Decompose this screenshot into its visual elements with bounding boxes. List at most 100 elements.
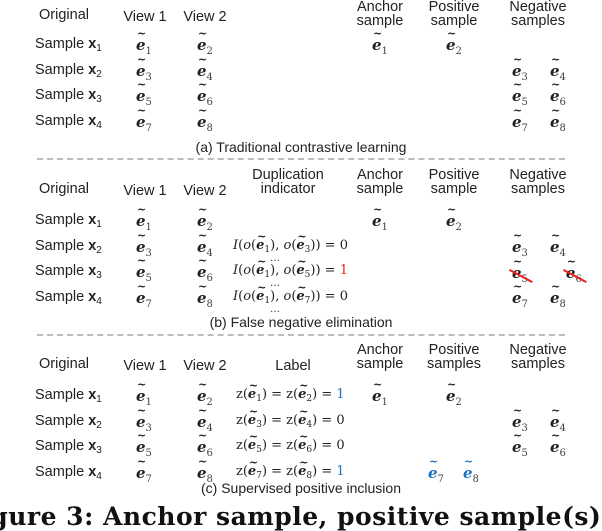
tilde-accent: ~	[137, 403, 147, 417]
ellipsis: …	[270, 303, 280, 315]
subscript: 5	[145, 273, 152, 284]
tilde-accent: ~	[137, 454, 147, 468]
tilde-accent: ~	[137, 429, 147, 442]
subscript: 6	[206, 273, 213, 284]
subscript: 4	[206, 71, 213, 83]
tilde-accent: ~	[447, 27, 457, 40]
subscript: 8	[206, 298, 213, 310]
e-symbol: e ~	[136, 203, 147, 230]
e-symbol: e ~	[550, 403, 561, 431]
anchor-embedding: e ~1	[372, 27, 388, 57]
tilde-accent: ~	[513, 228, 523, 242]
subscript: 1	[145, 46, 152, 57]
subscript: 1	[381, 397, 388, 408]
subscript: 3	[145, 71, 152, 83]
tilde-accent: ~	[429, 454, 439, 468]
subscript: 5	[521, 97, 528, 108]
tilde-accent: ~	[513, 78, 523, 91]
view2-embedding: e ~8	[197, 279, 213, 310]
e-symbol: e ~	[550, 52, 561, 80]
e-symbol: e ~	[197, 254, 208, 281]
label-formula: z(e ~5) = z(e ~6) = 0	[236, 430, 345, 455]
e-symbol: e ~	[256, 229, 267, 253]
negative-embedding: e ~6	[550, 429, 566, 459]
e-symbol: e ~	[197, 203, 208, 230]
subscript: 1	[145, 397, 152, 408]
tilde-accent: ~	[198, 403, 208, 417]
header-view2: View 2	[183, 9, 227, 25]
e-symbol: e ~	[136, 454, 147, 482]
tilde-accent: ~	[373, 203, 383, 216]
subscript: 3	[145, 247, 152, 259]
subscript: 1	[381, 46, 388, 57]
subscript: 7	[145, 122, 152, 134]
e-symbol: e ~	[372, 27, 383, 54]
tilde-accent: ~	[198, 279, 208, 293]
sample-label: Sample x2	[35, 237, 102, 256]
e-symbol: e ~	[446, 203, 457, 230]
positive-embedding: e ~2	[446, 27, 462, 57]
e-symbol: e ~	[298, 430, 309, 453]
subscript: 4	[206, 422, 213, 434]
e-symbol: e ~	[298, 455, 309, 479]
e-symbol: e ~	[550, 279, 561, 307]
subscript: 4	[206, 247, 213, 259]
sample-label: Sample x4	[35, 288, 102, 307]
sample-label: Sample x3	[35, 263, 102, 281]
tilde-accent: ~	[198, 27, 208, 40]
tilde-accent: ~	[551, 228, 561, 242]
header-negative: Negative samples	[509, 167, 567, 197]
tilde-accent: ~	[551, 103, 561, 117]
subscript: 2	[206, 46, 213, 57]
tilde-accent: ~	[198, 103, 208, 117]
e-symbol: e ~	[512, 228, 523, 256]
label-formula: z(e ~7) = z(e ~8) = 1	[236, 455, 345, 481]
sample-label: Sample x2	[35, 412, 102, 431]
subscript: 6	[575, 274, 582, 285]
e-symbol: e ~	[550, 103, 561, 131]
label-formula: z(e ~3) = z(e ~4) = 0	[236, 404, 345, 430]
tilde-accent: ~	[513, 429, 523, 442]
subscript: 2	[206, 397, 213, 408]
subscript: 8	[559, 298, 566, 310]
negative-embedding: e ~8	[550, 103, 566, 134]
tilde-accent: ~	[566, 255, 577, 268]
e-symbol: e ~	[136, 429, 147, 456]
indicator-value: 0	[339, 237, 348, 253]
subscript: 3	[521, 247, 528, 259]
anchor-embedding: e ~1	[372, 378, 388, 408]
positive-embedding: e ~2	[446, 203, 462, 233]
tilde-accent: ~	[551, 403, 561, 417]
e-symbol: e ~	[296, 280, 307, 304]
e-symbol: e ~	[136, 378, 147, 405]
subscript: 6	[206, 448, 213, 459]
label-value: 0	[336, 412, 345, 428]
e-symbol: e ~	[512, 429, 523, 456]
subscript: 6	[206, 97, 213, 108]
e-symbol: e ~	[463, 454, 474, 482]
e-symbol: e ~	[247, 404, 259, 428]
e-symbol: e ~	[197, 429, 208, 456]
sample-label: Sample x4	[35, 463, 102, 482]
tilde-accent: ~	[198, 203, 208, 216]
sample-label: Sample x1	[35, 387, 102, 405]
e-symbol: e ~	[197, 279, 208, 307]
negative-embedding: e ~5	[512, 429, 528, 459]
sample-label: Sample x1	[35, 36, 102, 54]
header-label: Label	[275, 358, 311, 374]
tilde-accent: ~	[198, 254, 208, 267]
e-symbol: e ~	[372, 203, 383, 230]
e-symbol: e ~	[197, 103, 208, 131]
tilde-accent: ~	[513, 403, 523, 417]
negative-embedding: e ~4	[550, 229, 566, 259]
e-symbol: e ~	[136, 52, 147, 80]
tilde-accent: ~	[373, 378, 383, 391]
subscript: 8	[559, 122, 566, 134]
view1-embedding: e ~7	[136, 280, 152, 310]
duplication-indicator-formula: I(o(e ~1), o(e ~5)) = 1	[233, 255, 348, 280]
e-symbol: e ~	[197, 403, 208, 431]
figure: Original View 1 View 2 Anchor sample Positive…	[0, 0, 602, 531]
tilde-accent: ~	[551, 429, 561, 442]
e-symbol: e ~	[446, 378, 457, 405]
tilde-accent: ~	[551, 52, 561, 66]
